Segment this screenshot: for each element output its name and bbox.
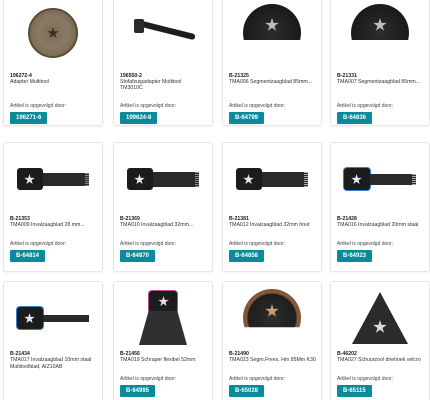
successor-button[interactable]: 199624-8 (120, 112, 158, 124)
successor-label: Artikel is opgevolgd door: (10, 103, 67, 109)
successor-button[interactable]: B-64799 (229, 112, 265, 124)
product-image[interactable] (4, 1, 102, 65)
product-name: TMA007 Segmentzaagblad 85mm... (337, 79, 421, 85)
successor-button[interactable]: B-64836 (337, 112, 373, 124)
successor-label: Artikel is opgevolgd door: (337, 241, 394, 247)
product-name-line2: TM3010C (120, 85, 143, 91)
product-grid: 196272-4 Adapter Multitool Artikel is op… (0, 0, 430, 400)
adapter-disc-icon (28, 8, 78, 58)
product-card[interactable]: B-21490 TMA023 Segm.Frees. Hm 85Mm K30 A… (222, 281, 322, 400)
product-card[interactable]: B-21353 TMA009 Invalzaagblad 28 mm... Ar… (3, 142, 103, 272)
successor-label: Artikel is opgevolgd door: (337, 103, 394, 109)
successor-label: Artikel is opgevolgd door: (229, 241, 286, 247)
scraper-icon (135, 291, 191, 345)
product-name: TMA010 Invalzaagblad 32mm... (120, 222, 194, 228)
product-card[interactable]: B-21369 TMA010 Invalzaagblad 32mm... Art… (113, 142, 213, 272)
product-name: TMA017 Invalzaagblad 10mm staal (10, 357, 92, 363)
successor-label: Artikel is opgevolgd door: (229, 103, 286, 109)
successor-label: Artikel is opgevolgd door: (120, 103, 177, 109)
plunge-blade-icon (17, 164, 89, 194)
plunge-blade-icon (236, 164, 308, 194)
product-image[interactable] (223, 147, 321, 211)
product-image[interactable] (4, 286, 102, 350)
segment-saw-disc-icon (351, 4, 409, 40)
product-image[interactable] (223, 1, 321, 65)
sanding-pad-icon (352, 292, 408, 344)
successor-button[interactable]: B-64870 (120, 250, 156, 262)
product-name: TMA019 Schraper flexibel 52mm (120, 357, 196, 363)
product-image[interactable] (4, 147, 102, 211)
product-card[interactable]: B-21434 TMA017 Invalzaagblad 10mm staal … (3, 281, 103, 400)
dust-adapter-icon (128, 13, 198, 53)
successor-button[interactable]: B-65115 (337, 385, 372, 397)
successor-label: Artikel is opgevolgd door: (337, 376, 394, 382)
product-name-line2: Multitoolblad, AIZ10AB (10, 364, 63, 370)
product-card[interactable]: 196550-2 Stofafzuigadapter Multitool TM3… (113, 0, 213, 126)
product-name: TMA023 Segm.Frees. Hm 85Mm K30 (229, 357, 316, 363)
successor-button[interactable]: B-64995 (120, 385, 156, 397)
product-image[interactable] (331, 286, 429, 350)
product-image[interactable] (331, 147, 429, 211)
product-name: TMA006 Segmentzaagblad 85mm... (229, 79, 313, 85)
plunge-blade-icon (344, 164, 416, 194)
product-card[interactable]: B-21428 TMA016 Invalzaagblad 20mm staal … (330, 142, 430, 272)
product-card[interactable]: B-21456 TMA019 Schraper flexibel 52mm Ar… (113, 281, 213, 400)
product-image[interactable] (223, 286, 321, 350)
successor-button[interactable]: 196271-6 (10, 112, 48, 124)
carbide-disc-icon (243, 289, 301, 328)
product-name: TMA009 Invalzaagblad 28 mm... (10, 222, 85, 228)
successor-button[interactable]: B-64858 (229, 250, 265, 262)
product-name: TMA027 Schuurzool driehoek velcro (337, 357, 421, 363)
successor-button[interactable]: B-65028 (229, 385, 265, 397)
successor-label: Artikel is opgevolgd door: (120, 376, 177, 382)
successor-label: Artikel is opgevolgd door: (229, 376, 286, 382)
product-card[interactable]: B-21331 TMA007 Segmentzaagblad 85mm... A… (330, 0, 430, 126)
product-card[interactable]: 196272-4 Adapter Multitool Artikel is op… (3, 0, 103, 126)
product-name: TMA016 Invalzaagblad 20mm staal (337, 222, 419, 228)
narrow-blade-icon (17, 303, 89, 333)
successor-label: Artikel is opgevolgd door: (10, 241, 67, 247)
successor-button[interactable]: B-64814 (10, 250, 46, 262)
product-name: TMA012 Invalzaagblad 32mm hout (229, 222, 310, 228)
segment-saw-disc-icon (243, 4, 301, 40)
product-card[interactable]: B-21381 TMA012 Invalzaagblad 32mm hout A… (222, 142, 322, 272)
successor-label: Artikel is opgevolgd door: (120, 241, 177, 247)
product-image[interactable] (114, 147, 212, 211)
successor-button[interactable]: B-64923 (337, 250, 373, 262)
product-name: Adapter Multitool (10, 79, 49, 85)
plunge-blade-icon (127, 164, 199, 194)
product-card[interactable]: B-46202 TMA027 Schuurzool driehoek velcr… (330, 281, 430, 400)
product-image[interactable] (331, 1, 429, 65)
product-image[interactable] (114, 1, 212, 65)
product-image[interactable] (114, 286, 212, 350)
product-card[interactable]: B-21325 TMA006 Segmentzaagblad 85mm... A… (222, 0, 322, 126)
